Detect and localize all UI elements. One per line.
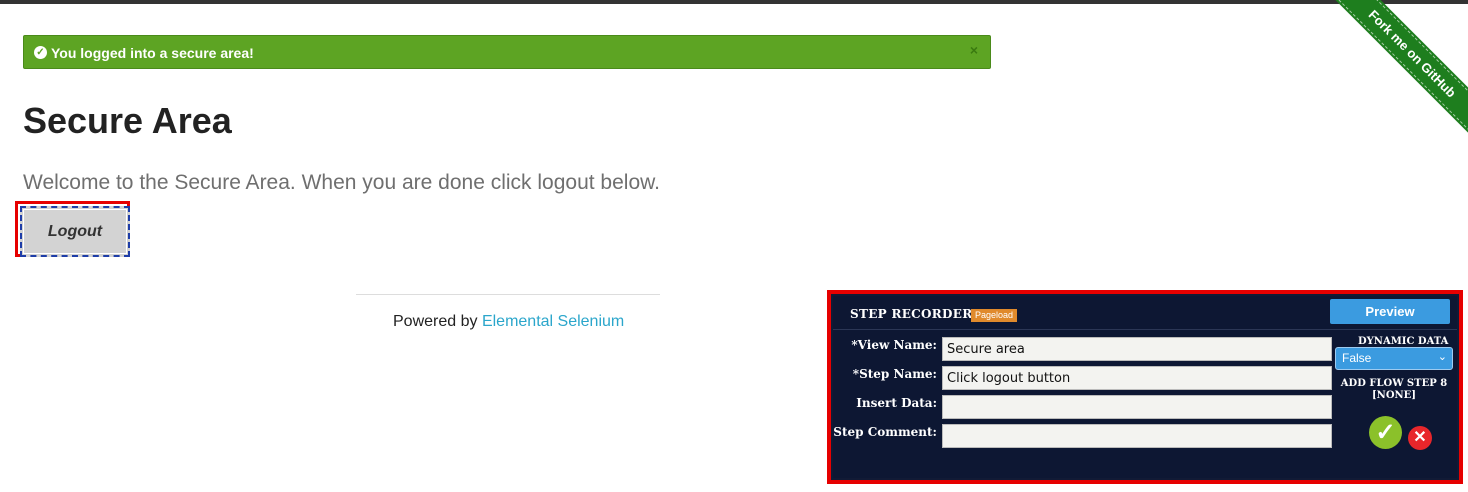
preview-button[interactable]: Preview: [1330, 299, 1450, 324]
recorder-header: STEP RECORDER Pageload Preview: [833, 296, 1457, 330]
add-flow-step: ADD FLOW STEP 8 [NONE]: [1336, 378, 1452, 402]
check-circle-icon: ✓: [34, 46, 47, 59]
top-bar: [0, 0, 1468, 4]
footer-prefix: Powered by: [393, 313, 482, 330]
dynamic-data-title: DYNAMIC DATA: [1358, 336, 1449, 347]
confirm-check-icon[interactable]: ✓: [1369, 416, 1402, 449]
subheader: Welcome to the Secure Area. When you are…: [23, 171, 660, 194]
step-comment-input[interactable]: [942, 424, 1332, 448]
dynamic-data-select[interactable]: False ⌄: [1335, 347, 1453, 370]
close-icon[interactable]: ×: [970, 42, 978, 58]
dynamic-data-value: False: [1342, 351, 1372, 365]
flash-message: You logged into a secure area!: [51, 45, 254, 61]
step-recorder-panel: STEP RECORDER Pageload Preview *View Nam…: [833, 296, 1457, 478]
step-name-input[interactable]: [942, 366, 1332, 390]
elemental-selenium-link[interactable]: Elemental Selenium: [482, 313, 624, 330]
recorder-title: STEP RECORDER: [850, 307, 973, 321]
github-ribbon[interactable]: Fork me on GitHub: [1318, 0, 1468, 150]
cancel-x-icon[interactable]: ✕: [1408, 426, 1432, 450]
logout-button[interactable]: Logout: [20, 206, 130, 257]
footer-text: Powered by Elemental Selenium: [393, 313, 624, 331]
insert-data-label: Insert Data:: [856, 396, 937, 410]
step-comment-label: Step Comment:: [833, 425, 937, 439]
flow-step-label: ADD FLOW STEP 8: [1340, 378, 1448, 389]
insert-data-input[interactable]: [942, 395, 1332, 419]
view-name-input[interactable]: [942, 337, 1332, 361]
flow-step-value: [NONE]: [1371, 390, 1417, 401]
footer-divider: [356, 294, 660, 295]
view-name-label: *View Name:: [851, 338, 937, 352]
github-ribbon-label[interactable]: Fork me on GitHub: [1331, 0, 1468, 135]
step-name-label: *Step Name:: [852, 367, 937, 381]
chevron-down-icon: ⌄: [1437, 351, 1447, 363]
pageload-badge: Pageload: [971, 309, 1018, 322]
page-title: Secure Area: [23, 100, 232, 141]
flash-success: ✓ You logged into a secure area! ×: [23, 35, 991, 69]
